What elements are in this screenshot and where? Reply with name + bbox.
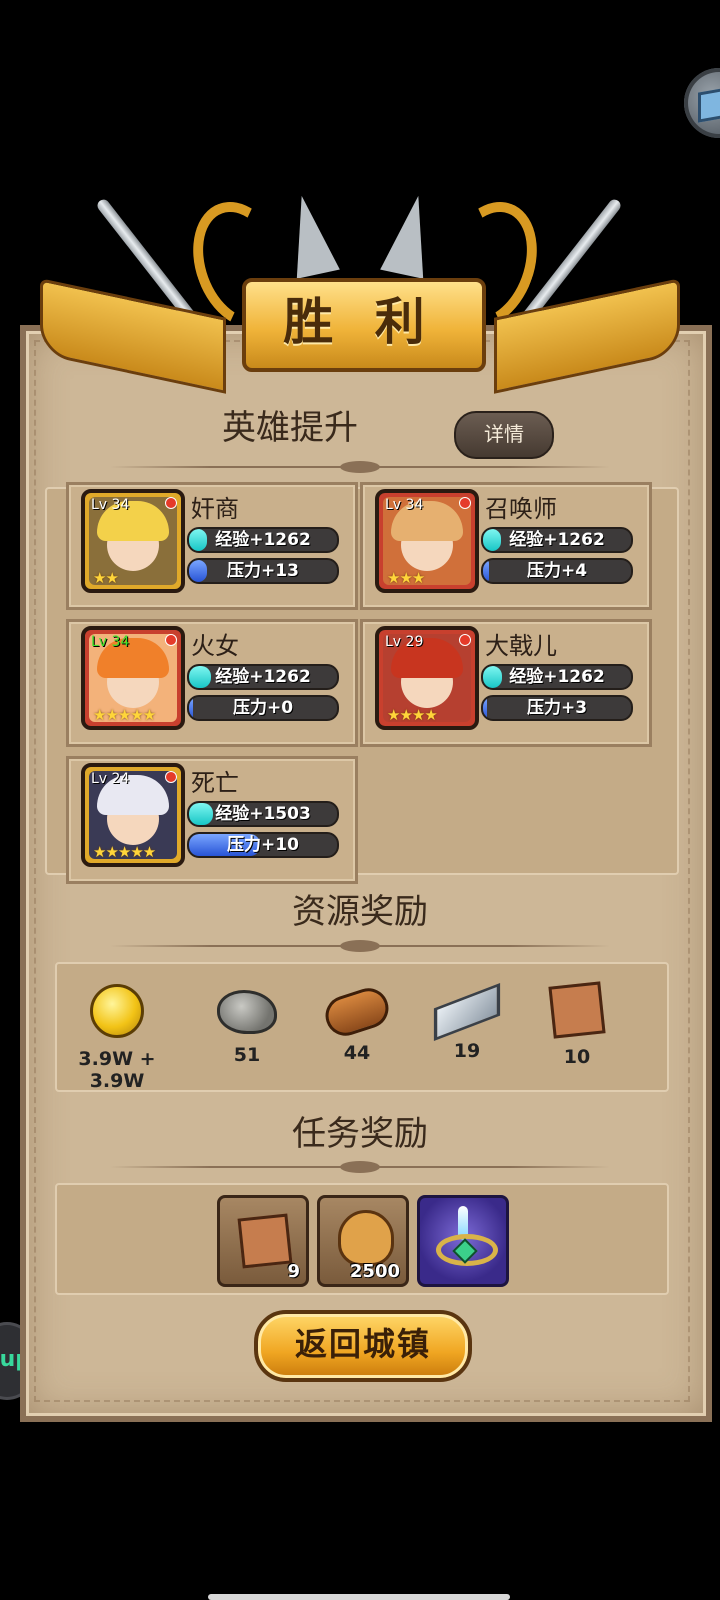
exp-bar: 经验+1262 (481, 664, 633, 690)
pressure-bar-label: 压力+0 (232, 698, 294, 718)
gold-coin-icon (90, 984, 144, 1038)
notification-dot (459, 497, 471, 509)
hero-portrait[interactable]: Lv 34 ★★★ (375, 489, 479, 593)
details-button[interactable]: 详情 (454, 411, 554, 459)
hero-card[interactable]: Lv 29 ★★★★ 大戟儿 经验+1262 压力+3 (360, 619, 652, 747)
pressure-bar: 压力+10 (187, 832, 339, 858)
task-reward-scroll[interactable]: 9 (217, 1195, 309, 1287)
task-reward-gold-bag[interactable]: 2500 (317, 1195, 409, 1287)
scroll-icon (548, 981, 606, 1039)
pressure-bar-label: 压力+13 (227, 561, 299, 581)
hero-stars: ★★★★ (387, 706, 438, 724)
pressure-bar: 压力+4 (481, 558, 633, 584)
cube-icon (698, 87, 720, 123)
exp-bar-label: 经验+1262 (509, 667, 605, 687)
hero-stars: ★★★★★ (93, 843, 156, 861)
spike-right-icon (380, 191, 440, 279)
hero-name: 死亡 (191, 769, 239, 797)
exp-bar: 经验+1503 (187, 801, 339, 827)
pressure-bar-label: 压力+3 (526, 698, 588, 718)
hero-name: 召唤师 (485, 495, 557, 523)
hero-card[interactable]: Lv 34 ★★★ 召唤师 经验+1262 压力+4 (360, 482, 652, 610)
hero-portrait[interactable]: Lv 34 ★★ (81, 489, 185, 593)
hero-name: 大戟儿 (485, 632, 557, 660)
exp-bar-label: 经验+1262 (215, 667, 311, 687)
exp-bar-label: 经验+1262 (509, 530, 605, 550)
resource-item-stone[interactable]: 51 (187, 984, 307, 1066)
floating-menu-button[interactable] (684, 68, 720, 138)
hero-level: Lv 34 (385, 497, 424, 513)
hero-level: Lv 34 (91, 634, 130, 650)
hero-stars: ★★★ (387, 569, 425, 587)
resource-value: 3.9W + 3.9W (78, 1048, 156, 1092)
victory-title: 胜 利 (283, 292, 437, 351)
hero-portrait[interactable]: Lv 24 ★★★★★ (81, 763, 185, 867)
hero-name: 奸商 (191, 495, 239, 523)
notification-dot (165, 634, 177, 646)
divider-ornament (340, 940, 380, 952)
money-bag-icon (338, 1210, 394, 1266)
exp-bar-label: 经验+1503 (215, 804, 311, 824)
reward-count: 9 (287, 1261, 300, 1282)
task-section-title: 任务奖励 (292, 1114, 428, 1154)
exp-bar: 经验+1262 (187, 664, 339, 690)
resource-item-scroll[interactable]: 10 (517, 981, 637, 1068)
hero-level: Lv 29 (385, 634, 424, 650)
scroll-icon (237, 1213, 293, 1269)
home-indicator[interactable] (208, 1594, 510, 1600)
hero-portrait[interactable]: Lv 29 ★★★★ (375, 626, 479, 730)
resource-section-title: 资源奖励 (292, 892, 428, 932)
hero-card[interactable]: Lv 34 ★★ 奸商 经验+1262 压力+13 (66, 482, 358, 610)
hero-stars: ★★★★★ (93, 706, 156, 724)
iron-ingot-icon (433, 983, 501, 1041)
banner-ribbon-left (40, 278, 226, 394)
stone-icon (217, 990, 277, 1034)
hero-card[interactable]: Lv 34 ★★★★★ 火女 经验+1262 压力+0 (66, 619, 358, 747)
pressure-bar-label: 压力+10 (227, 835, 299, 855)
pressure-bar: 压力+0 (187, 695, 339, 721)
hero-portrait[interactable]: Lv 34 ★★★★★ (81, 626, 185, 730)
wood-log-icon (320, 983, 394, 1041)
pressure-bar: 压力+13 (187, 558, 339, 584)
resource-value: 44 (343, 1042, 371, 1064)
resource-value: 51 (233, 1044, 261, 1066)
hero-card[interactable]: Lv 24 ★★★★★ 死亡 经验+1503 压力+10 (66, 756, 358, 884)
resource-item-iron[interactable]: 19 (407, 983, 527, 1062)
task-reward-ring[interactable] (417, 1195, 509, 1287)
notification-dot (459, 634, 471, 646)
pressure-bar: 压力+3 (481, 695, 633, 721)
hero-name: 火女 (191, 632, 239, 660)
return-to-town-button[interactable]: 返回城镇 (254, 1310, 472, 1382)
resource-item-wood[interactable]: 44 (297, 983, 417, 1064)
exp-bar: 经验+1262 (187, 527, 339, 553)
task-reward-list: 9 2500 (55, 1183, 669, 1295)
notification-dot (165, 771, 177, 783)
exp-bar-label: 经验+1262 (215, 530, 311, 550)
divider-ornament (340, 1161, 380, 1173)
reward-count: 2500 (349, 1261, 400, 1282)
pressure-bar-label: 压力+4 (526, 561, 588, 581)
hero-stars: ★★ (93, 569, 119, 587)
resource-value: 10 (563, 1046, 591, 1068)
divider-ornament (340, 461, 380, 473)
exp-bar: 经验+1262 (481, 527, 633, 553)
resource-item-gold[interactable]: 3.9W + 3.9W (57, 984, 177, 1092)
hero-level: Lv 34 (91, 497, 130, 513)
notification-dot (165, 497, 177, 509)
hero-level: Lv 24 (91, 771, 130, 787)
spike-left-icon (280, 191, 340, 279)
banner-ribbon-right (494, 278, 680, 394)
resource-value: 19 (453, 1040, 481, 1062)
resource-reward-list: 3.9W + 3.9W 51 44 19 10 (55, 962, 669, 1092)
